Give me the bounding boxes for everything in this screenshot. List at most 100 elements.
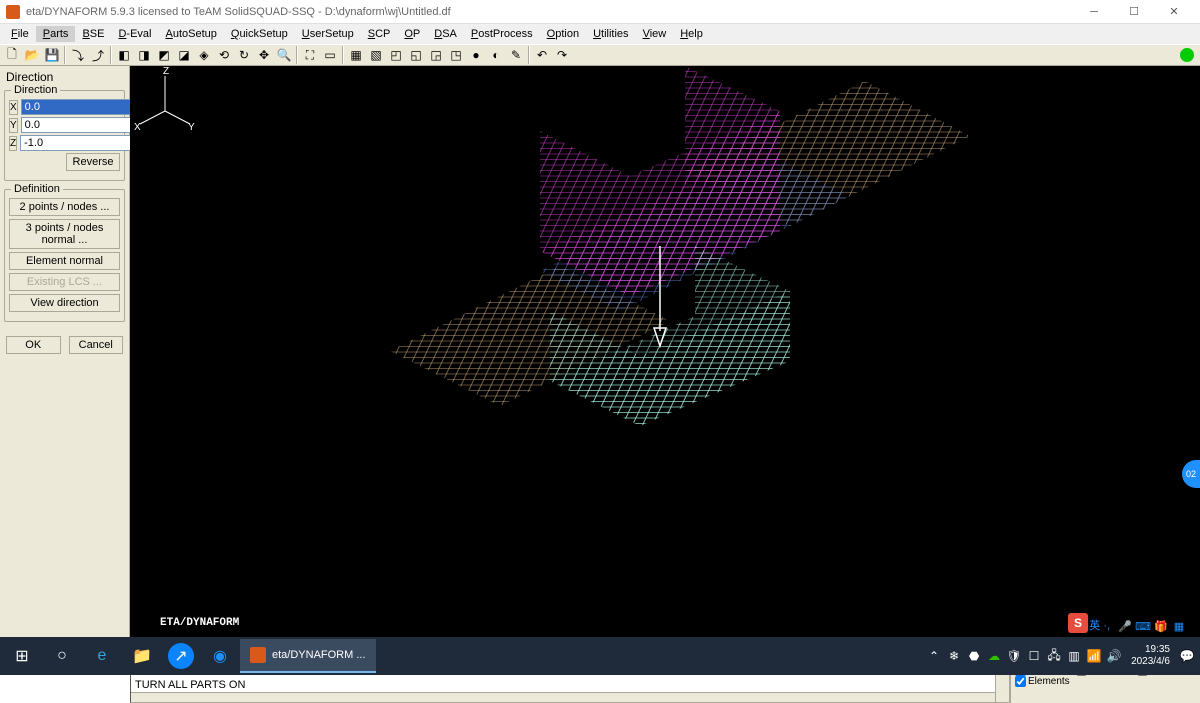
shade-icon[interactable]: ●	[466, 45, 486, 65]
check-elements[interactable]: Elements	[1015, 676, 1075, 687]
viewport-brand: ETA/DYNAFORM	[160, 617, 239, 629]
app-round-icon[interactable]: ◉	[200, 639, 240, 673]
app-blue-icon[interactable]: ↗	[168, 643, 194, 669]
box2-icon[interactable]: ◱	[406, 45, 426, 65]
three-points-button[interactable]: 3 points / nodes normal ...	[9, 219, 120, 249]
cube4-icon[interactable]: ◪	[174, 45, 194, 65]
ime-sogou-icon[interactable]: S	[1068, 613, 1088, 633]
app-icon	[6, 5, 20, 19]
iso-icon[interactable]: ◈	[194, 45, 214, 65]
maximize-button[interactable]: ☐	[1114, 1, 1154, 23]
start-button[interactable]: ⊞	[2, 639, 42, 673]
status-indicator-icon	[1180, 48, 1194, 62]
task-label: eta/DYNAFORM ...	[272, 649, 366, 661]
menu-d-eval[interactable]: D-Eval	[111, 26, 158, 42]
box-icon[interactable]: ◰	[386, 45, 406, 65]
minimize-button[interactable]: ─	[1074, 1, 1114, 23]
pen-icon[interactable]: ✎	[506, 45, 526, 65]
menu-utilities[interactable]: Utilities	[586, 26, 635, 42]
clock-date: 2023/4/6	[1131, 656, 1170, 668]
menu-file[interactable]: File	[4, 26, 36, 42]
undo-icon[interactable]: ↶	[532, 45, 552, 65]
tray-network-icon[interactable]: 🖧	[1047, 649, 1061, 663]
import-icon[interactable]: ⤵	[68, 45, 88, 65]
x-label[interactable]: X	[9, 100, 18, 115]
redo-icon[interactable]: ↷	[552, 45, 572, 65]
tray-wechat-icon[interactable]: ☁	[987, 649, 1001, 663]
open-icon[interactable]: 📂	[22, 45, 42, 65]
window-title: eta/DYNAFORM 5.9.3 licensed to TeAM Soli…	[26, 6, 1074, 18]
direction-group-title: Direction	[11, 84, 60, 96]
direction-group: Direction X Y Z Reverse	[4, 90, 125, 181]
log-line: TURN ALL PARTS ON	[135, 679, 1005, 692]
windows-taskbar: ⊞ ○ e 📁 ↗ ◉ eta/DYNAFORM ... ⌃ ❄ ⬣ ☁ 🛡 ☐…	[0, 637, 1200, 675]
tray-app1-icon[interactable]: ❄	[947, 649, 961, 663]
toolbar: 🗋 📂 💾 ⤵ ⤴ ◧ ◨ ◩ ◪ ◈ ⟲ ↻ ✥ 🔍 ⛶ ▭ ▦ ▧ ◰ ◱ …	[0, 44, 1200, 66]
taskbar-clock[interactable]: 19:35 2023/4/6	[1127, 644, 1174, 668]
menu-usersetup[interactable]: UserSetup	[295, 26, 361, 42]
menu-scp[interactable]: SCP	[361, 26, 398, 42]
element-normal-button[interactable]: Element normal	[9, 252, 120, 270]
two-points-button[interactable]: 2 points / nodes ...	[9, 198, 120, 216]
tray-battery-icon[interactable]: ▥	[1067, 649, 1081, 663]
viewport-3d[interactable]: Z X Y ETA/DYNAFORM 02	[130, 66, 1200, 637]
wire2-icon[interactable]: ▧	[366, 45, 386, 65]
light-icon[interactable]: ◐	[486, 45, 506, 65]
cancel-button[interactable]: Cancel	[69, 336, 124, 354]
tray-printer-icon[interactable]: ☐	[1027, 649, 1041, 663]
existing-lcs-button: Existing LCS ...	[9, 273, 120, 291]
rotate-icon[interactable]: ⟲	[214, 45, 234, 65]
window-titlebar: eta/DYNAFORM 5.9.3 licensed to TeAM Soli…	[0, 0, 1200, 24]
close-button[interactable]: ✕	[1154, 1, 1194, 23]
ime-toolbar[interactable]: 🎤⌨🎁▦	[1118, 619, 1186, 633]
menu-dsa[interactable]: DSA	[427, 26, 464, 42]
y-label[interactable]: Y	[9, 118, 18, 133]
tray-app2-icon[interactable]: ⬣	[967, 649, 981, 663]
definition-group: Definition 2 points / nodes ... 3 points…	[4, 189, 125, 322]
svg-text:X: X	[134, 122, 141, 133]
fit-icon[interactable]: ⛶	[300, 45, 320, 65]
view-direction-button[interactable]: View direction	[9, 294, 120, 312]
save-icon[interactable]: 💾	[42, 45, 62, 65]
new-icon[interactable]: 🗋	[2, 45, 22, 65]
tray-wifi-icon[interactable]: 📶	[1087, 649, 1101, 663]
tray-shield-icon[interactable]: 🛡	[1007, 649, 1021, 663]
box3-icon[interactable]: ◲	[426, 45, 446, 65]
menu-option[interactable]: Option	[540, 26, 586, 42]
window-icon[interactable]: ▭	[320, 45, 340, 65]
menu-view[interactable]: View	[636, 26, 674, 42]
menu-op[interactable]: OP	[397, 26, 427, 42]
menu-parts[interactable]: Parts	[36, 26, 76, 42]
svg-text:Y: Y	[188, 122, 195, 133]
search-button[interactable]: ○	[42, 639, 82, 673]
edge-icon[interactable]: e	[82, 639, 122, 673]
axis-triad-icon: Z X Y	[130, 66, 200, 136]
cube3-icon[interactable]: ◩	[154, 45, 174, 65]
task-app-icon	[250, 647, 266, 663]
refresh-icon[interactable]: ↻	[234, 45, 254, 65]
direction-panel: Direction Direction X Y Z Reverse Defini…	[0, 66, 130, 637]
tray-notifications-icon[interactable]: 💬	[1180, 649, 1194, 663]
ok-button[interactable]: OK	[6, 336, 61, 354]
task-dynaform[interactable]: eta/DYNAFORM ...	[240, 639, 376, 673]
menu-autosetup[interactable]: AutoSetup	[158, 26, 223, 42]
reverse-button[interactable]: Reverse	[66, 153, 120, 171]
ime-lang-label[interactable]: 英 ·,	[1089, 617, 1110, 633]
explorer-icon[interactable]: 📁	[122, 639, 162, 673]
export-icon[interactable]: ⤴	[88, 45, 108, 65]
tray-chevron-icon[interactable]: ⌃	[927, 649, 941, 663]
move-icon[interactable]: ✥	[254, 45, 274, 65]
menu-postprocess[interactable]: PostProcess	[464, 26, 540, 42]
menu-quicksetup[interactable]: QuickSetup	[224, 26, 295, 42]
tray-volume-icon[interactable]: 🔊	[1107, 649, 1121, 663]
zoom-icon[interactable]: 🔍	[274, 45, 294, 65]
wire-icon[interactable]: ▦	[346, 45, 366, 65]
log-hscrollbar[interactable]	[131, 692, 995, 702]
menu-help[interactable]: Help	[673, 26, 710, 42]
menu-bse[interactable]: BSE	[75, 26, 111, 42]
cube-icon[interactable]: ◧	[114, 45, 134, 65]
cube2-icon[interactable]: ◨	[134, 45, 154, 65]
z-label[interactable]: Z	[9, 136, 17, 151]
box4-icon[interactable]: ◳	[446, 45, 466, 65]
menu-bar: FilePartsBSED-EvalAutoSetupQuickSetupUse…	[0, 24, 1200, 44]
